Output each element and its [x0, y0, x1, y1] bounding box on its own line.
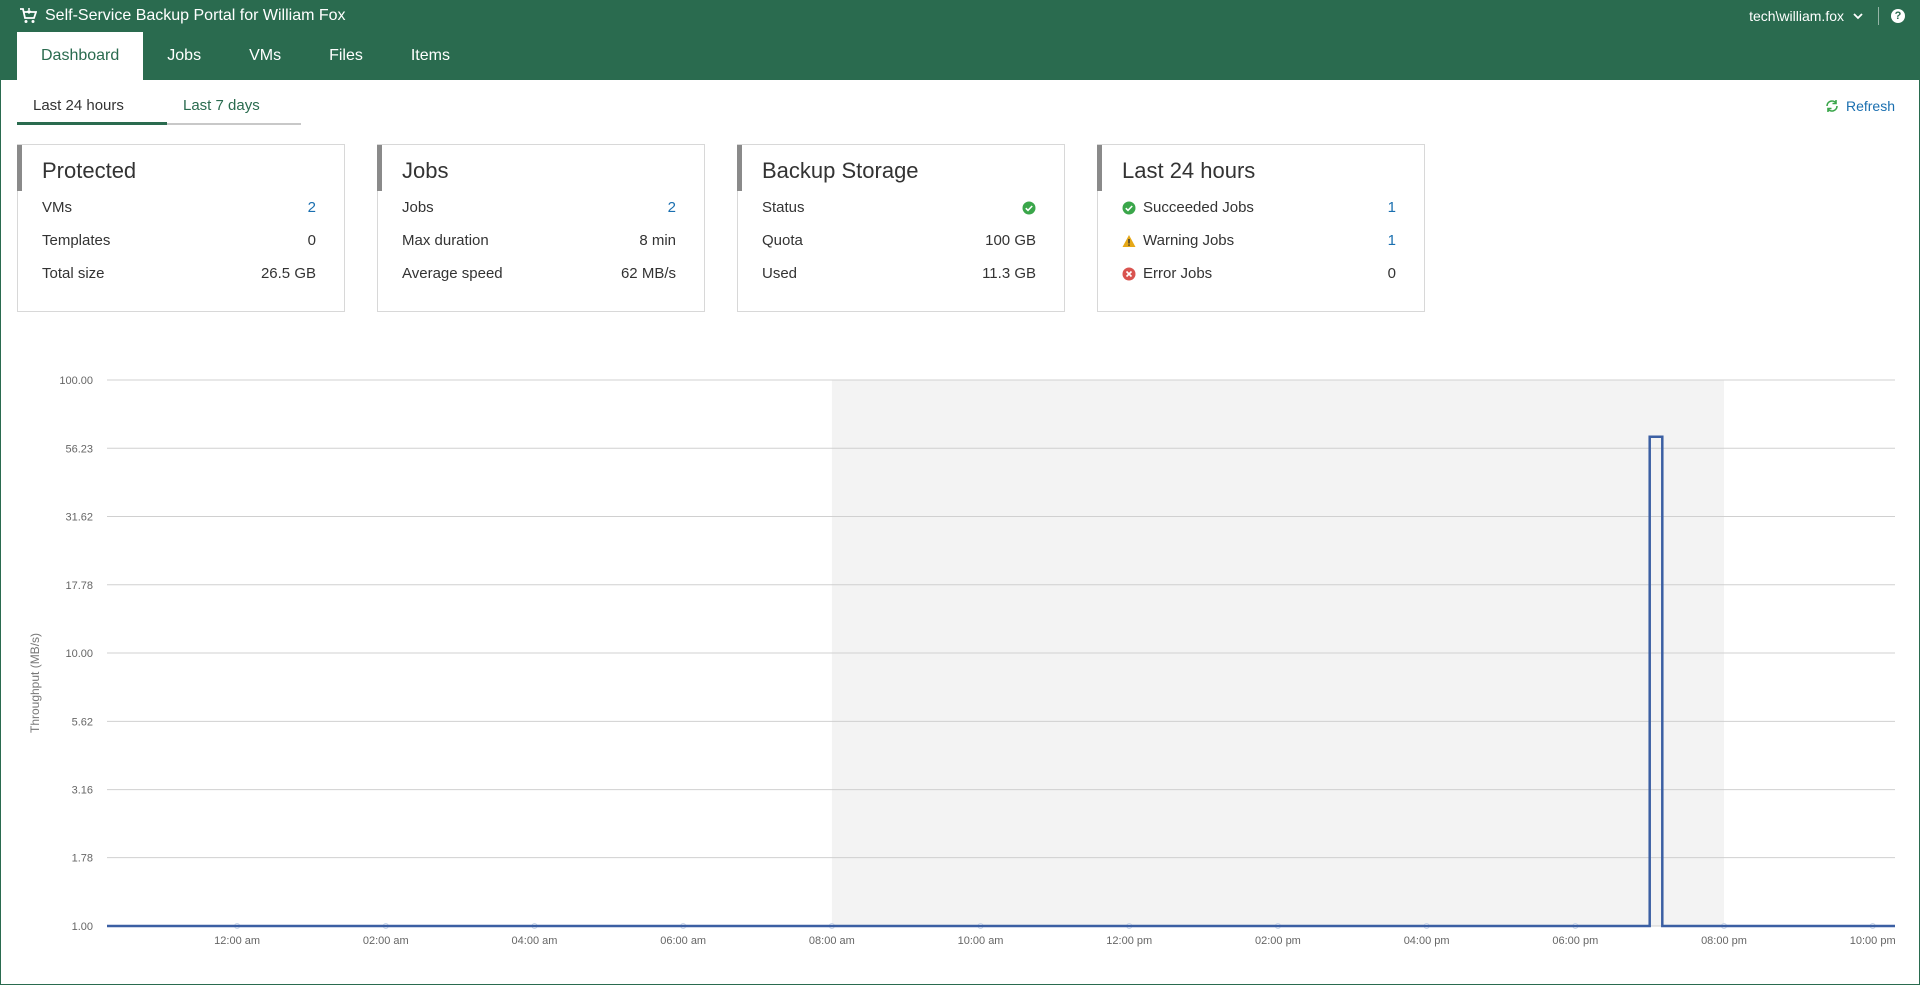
tab-jobs[interactable]: Jobs	[143, 32, 225, 80]
row-label: Average speed	[402, 265, 503, 282]
chevron-down-icon[interactable]	[1852, 10, 1864, 22]
top-bar: Self-Service Backup Portal for William F…	[1, 0, 1919, 80]
tab-files[interactable]: Files	[305, 32, 387, 80]
y-tick-label: 100.00	[59, 375, 93, 387]
x-tick-label: 02:00 am	[363, 935, 409, 947]
row-label: Quota	[762, 232, 803, 249]
y-tick-label: 5.62	[72, 716, 93, 728]
row-label: Max duration	[402, 232, 489, 249]
error-icon	[1122, 267, 1136, 280]
x-tick-label: 10:00 pm	[1850, 935, 1896, 947]
card-row: Jobs 2	[378, 191, 704, 224]
y-axis-label: Throughput (MB/s)	[28, 633, 42, 733]
row-value: 26.5 GB	[260, 265, 316, 282]
row-label: Templates	[42, 232, 111, 249]
tab-vms[interactable]: VMs	[225, 32, 305, 80]
row-label: Error Jobs	[1122, 265, 1212, 282]
y-tick-label: 17.78	[65, 580, 93, 592]
tab-dashboard[interactable]: Dashboard	[17, 32, 144, 80]
x-tick-label: 06:00 am	[660, 935, 706, 947]
row-label: Jobs	[402, 199, 434, 216]
vms-count-link[interactable]: 2	[308, 199, 316, 216]
y-tick-label: 1.00	[72, 921, 93, 933]
card-title: Jobs	[402, 158, 449, 183]
throughput-chart-svg: 100.00 56.23 31.62 17.78 10.00 5.62 3.16 1.78 1.…	[28, 375, 1896, 947]
card-row: Error Jobs 0	[1098, 257, 1424, 290]
success-check-icon	[1022, 201, 1036, 214]
card-row: Average speed 62 MB/s	[378, 257, 704, 290]
card-title: Backup Storage	[762, 158, 919, 183]
row-value: 0	[307, 232, 316, 249]
row-label: VMs	[42, 199, 72, 216]
card-title: Protected	[42, 158, 137, 183]
y-tick-label: 56.23	[65, 443, 93, 455]
row-value: 11.3 GB	[982, 265, 1036, 282]
row-label: Status	[762, 199, 805, 216]
x-tick-label: 08:00 pm	[1701, 935, 1747, 947]
help-icon[interactable]: ?	[1891, 9, 1905, 23]
x-tick-label: 02:00 pm	[1255, 935, 1301, 947]
row-label-text: Succeeded Jobs	[1143, 199, 1254, 216]
throughput-chart: 100.00 56.23 31.62 17.78 10.00 5.62 3.16 1.78 1.…	[25, 360, 1905, 970]
card-row: Succeeded Jobs 1	[1098, 191, 1424, 224]
y-tick-label: 31.62	[65, 512, 93, 524]
x-tick-label: 06:00 pm	[1552, 935, 1598, 947]
x-tick-label: 04:00 am	[512, 935, 558, 947]
card-row: VMs 2	[18, 191, 344, 224]
app-title: Self-Service Backup Portal for William F…	[19, 6, 346, 26]
jobs-count-link[interactable]: 2	[668, 199, 676, 216]
x-tick-label: 04:00 pm	[1404, 935, 1450, 947]
success-check-icon	[1122, 201, 1136, 214]
summary-cards: Protected VMs 2 Templates 0 Total size 2…	[17, 144, 1425, 312]
card-row: Used 11.3 GB	[738, 257, 1064, 290]
period-tabs: Last 24 hours Last 7 days	[17, 93, 301, 125]
tab-last-24-hours[interactable]: Last 24 hours	[17, 93, 167, 125]
row-label: Used	[762, 265, 798, 282]
card-row: Templates 0	[18, 224, 344, 257]
jobs-card: Jobs Jobs 2 Max duration 8 min Average s…	[377, 144, 705, 312]
main-nav: Dashboard Jobs VMs Files Items	[17, 32, 474, 80]
cart-icon	[20, 8, 37, 23]
row-label: Succeeded Jobs	[1122, 199, 1254, 216]
x-tick-label: 10:00 am	[958, 935, 1004, 947]
user-menu[interactable]: tech\william.fox	[1749, 8, 1844, 24]
row-value: 62 MB/s	[620, 265, 676, 282]
card-title: Last 24 hours	[1122, 158, 1256, 183]
divider	[1878, 7, 1879, 25]
backup-storage-card: Backup Storage Status Quota 100 GB Used …	[737, 144, 1065, 312]
row-value: 0	[1387, 265, 1396, 282]
row-label-text: Error Jobs	[1143, 265, 1213, 282]
succeeded-jobs-link[interactable]: 1	[1388, 199, 1396, 216]
protected-card: Protected VMs 2 Templates 0 Total size 2…	[17, 144, 345, 312]
refresh-label: Refresh	[1845, 98, 1895, 114]
x-tick-label: 08:00 am	[809, 935, 855, 947]
last-24-hours-card: Last 24 hours Succeeded Jobs 1 Warning J…	[1097, 144, 1425, 312]
row-value: 8 min	[639, 232, 676, 249]
refresh-icon	[1826, 100, 1838, 112]
card-row: Quota 100 GB	[738, 224, 1064, 257]
tab-last-7-days[interactable]: Last 7 days	[167, 93, 301, 125]
user-area: tech\william.fox ?	[1749, 6, 1905, 26]
row-label: Warning Jobs	[1122, 232, 1234, 249]
tab-items[interactable]: Items	[387, 32, 474, 80]
x-tick-label: 12:00 am	[214, 935, 260, 947]
refresh-button[interactable]: Refresh	[1824, 98, 1895, 114]
card-row: Status	[738, 191, 1064, 224]
y-tick-label: 1.78	[72, 853, 93, 865]
card-row: Total size 26.5 GB	[18, 257, 344, 290]
row-label-text: Warning Jobs	[1143, 232, 1235, 249]
y-tick-label: 10.00	[65, 648, 93, 660]
x-tick-label: 12:00 pm	[1106, 935, 1152, 947]
app-title-text: Self-Service Backup Portal for William F…	[45, 7, 346, 24]
y-tick-label: 3.16	[72, 785, 93, 797]
card-row: Max duration 8 min	[378, 224, 704, 257]
warning-jobs-link[interactable]: 1	[1388, 232, 1396, 249]
row-label: Total size	[42, 265, 105, 282]
row-value: 100 GB	[985, 232, 1036, 249]
warning-icon	[1122, 234, 1136, 247]
card-row: Warning Jobs 1	[1098, 224, 1424, 257]
